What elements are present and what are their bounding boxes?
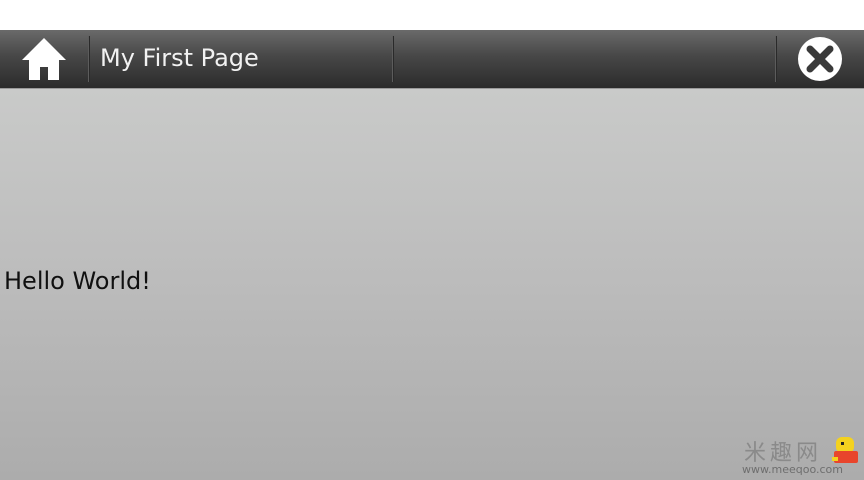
watermark: 米趣网 www.meeqoo.com xyxy=(742,435,862,479)
title-bar: My First Page xyxy=(0,30,864,89)
separator xyxy=(392,36,394,82)
hello-text: Hello World! xyxy=(4,267,151,295)
content-area: Hello World! 米趣网 www.meeqoo.com xyxy=(0,89,864,480)
close-circle-icon xyxy=(798,37,842,81)
close-button[interactable] xyxy=(776,30,864,88)
page-title: My First Page xyxy=(100,44,259,72)
watermark-url: www.meeqoo.com xyxy=(742,463,843,476)
mascot-icon xyxy=(832,437,858,463)
home-icon xyxy=(22,38,66,80)
home-button[interactable] xyxy=(0,30,88,88)
screen: My First Page Hello World! 米趣网 www.meeqo… xyxy=(0,0,864,480)
separator xyxy=(88,36,90,82)
